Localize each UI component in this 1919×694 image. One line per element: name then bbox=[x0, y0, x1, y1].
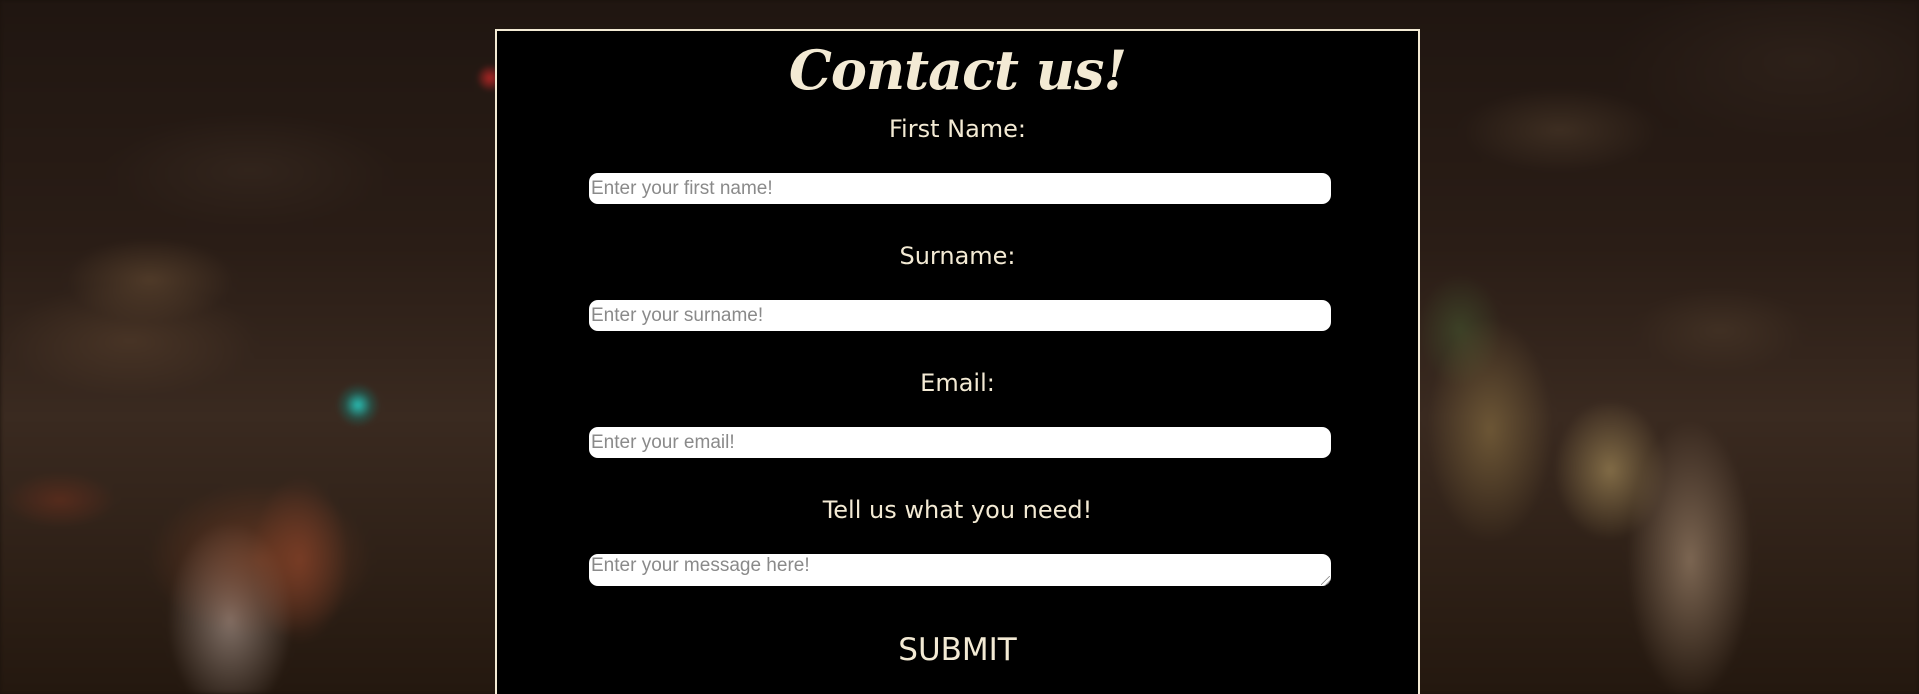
message-textarea[interactable] bbox=[589, 554, 1331, 586]
first-name-label: First Name: bbox=[888, 115, 1027, 143]
surname-label: Surname: bbox=[899, 242, 1016, 270]
email-input[interactable] bbox=[589, 427, 1331, 458]
first-name-input[interactable] bbox=[589, 173, 1331, 204]
email-label: Email: bbox=[920, 369, 995, 397]
message-label: Tell us what you need! bbox=[822, 496, 1093, 524]
form-title: Contact us! bbox=[788, 38, 1127, 102]
submit-button[interactable]: SUBMIT bbox=[858, 635, 1058, 666]
surname-input[interactable] bbox=[589, 300, 1331, 331]
contact-form: Contact us! First Name: Surname: Email: … bbox=[495, 29, 1420, 694]
